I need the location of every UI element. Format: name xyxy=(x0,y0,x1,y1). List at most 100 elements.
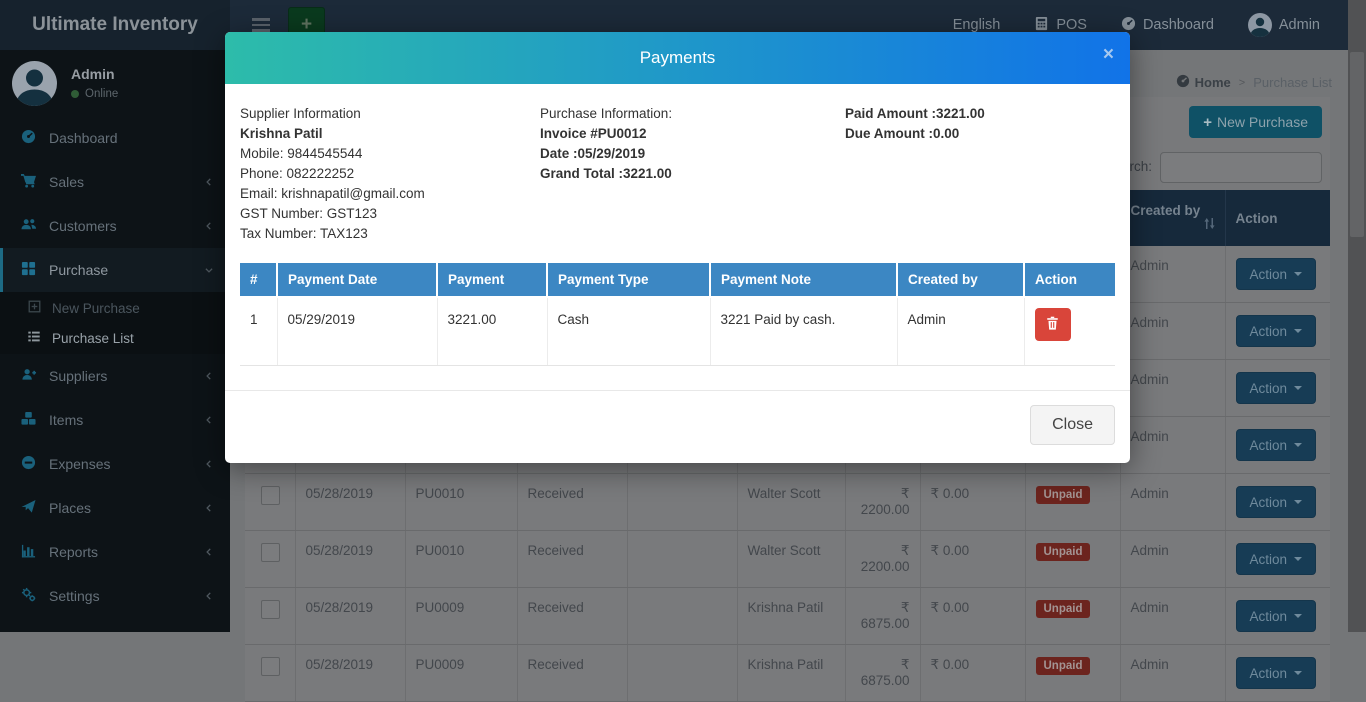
caret-down-icon xyxy=(1294,329,1302,333)
row-action-button[interactable]: Action xyxy=(1236,486,1317,518)
chevron-left-icon xyxy=(204,589,214,604)
language-menu[interactable]: English xyxy=(953,17,1001,33)
breadcrumb: Home > Purchase List xyxy=(1176,74,1332,91)
status-badge: Unpaid xyxy=(1036,486,1091,504)
sidebar-user-panel: Admin Online xyxy=(0,50,230,116)
purchase-submenu: New Purchase Purchase List xyxy=(0,292,230,354)
purchase-info-heading: Purchase Information: xyxy=(540,104,845,124)
caret-down-icon xyxy=(1294,614,1302,618)
scrollbar-thumb[interactable] xyxy=(1350,52,1364,237)
page-scrollbar xyxy=(1348,0,1366,632)
caret-down-icon xyxy=(1294,272,1302,276)
payments-modal: Payments × Supplier Information Krishna … xyxy=(225,32,1130,463)
purchase-date: Date :05/29/2019 xyxy=(540,144,845,164)
breadcrumb-home-link[interactable]: Home xyxy=(1176,74,1231,91)
sidebar-item-purchase[interactable]: Purchase xyxy=(0,248,230,292)
col-action: Action xyxy=(1024,263,1115,297)
dashboard-link[interactable]: Dashboard xyxy=(1121,16,1214,35)
sidebar-item-places[interactable]: Places xyxy=(0,486,230,530)
modal-header: Payments × xyxy=(225,32,1130,84)
close-button[interactable]: Close xyxy=(1030,405,1115,445)
due-amount: Due Amount :0.00 xyxy=(845,124,985,144)
sort-icon xyxy=(1204,217,1215,233)
row-checkbox[interactable] xyxy=(261,657,280,676)
user-menu[interactable]: Admin xyxy=(1248,13,1320,37)
app-brand[interactable]: Ultimate Inventory xyxy=(0,0,230,50)
created-by-header[interactable]: Created by xyxy=(1120,190,1225,246)
col-payment-note: Payment Note xyxy=(710,263,897,297)
search-input[interactable] xyxy=(1160,152,1322,183)
delete-payment-button[interactable] xyxy=(1035,308,1071,341)
sidebar-item-dashboard[interactable]: Dashboard xyxy=(0,116,230,160)
status-badge: Unpaid xyxy=(1036,543,1091,561)
sidebar-item-reports[interactable]: Reports xyxy=(0,530,230,574)
chevron-left-icon xyxy=(204,545,214,560)
supplier-gst: GST Number: GST123 xyxy=(240,204,540,224)
dashboard-icon xyxy=(1176,74,1190,91)
status-badge: Unpaid xyxy=(1036,657,1091,675)
grid-icon xyxy=(20,261,37,279)
col-payment-type: Payment Type xyxy=(547,263,710,297)
chevron-left-icon xyxy=(204,219,214,234)
list-icon xyxy=(26,330,42,346)
purchase-grand-total: Grand Total :3221.00 xyxy=(540,164,845,184)
chevron-down-icon xyxy=(204,263,214,278)
payment-created-by: Admin xyxy=(897,297,1024,366)
payment-note: 3221 Paid by cash. xyxy=(710,297,897,366)
sidebar-item-new-purchase[interactable]: New Purchase xyxy=(0,293,230,323)
chevron-left-icon xyxy=(204,413,214,428)
sidebar-item-settings[interactable]: Settings xyxy=(0,574,230,618)
row-action-button[interactable]: Action xyxy=(1236,429,1317,461)
supplier-name: Krishna Patil xyxy=(240,124,540,144)
trash-icon xyxy=(1046,316,1059,333)
sidebar-item-items[interactable]: Items xyxy=(0,398,230,442)
sidebar-item-suppliers[interactable]: Suppliers xyxy=(0,354,230,398)
sidebar-item-sales[interactable]: Sales xyxy=(0,160,230,204)
chart-bar-icon xyxy=(20,543,37,561)
online-dot-icon xyxy=(71,90,79,98)
paper-plane-icon xyxy=(20,499,37,517)
sidebar-item-customers[interactable]: Customers xyxy=(0,204,230,248)
supplier-information: Supplier Information Krishna Patil Mobil… xyxy=(240,104,540,244)
sidebar-menu-lower: Suppliers Items Expenses Places Reports … xyxy=(0,354,230,618)
chevron-left-icon xyxy=(204,501,214,516)
payments-table-header-row: # Payment Date Payment Payment Type Paym… xyxy=(240,263,1115,297)
col-created-by: Created by xyxy=(897,263,1024,297)
purchase-information: Purchase Information: Invoice #PU0012 Da… xyxy=(540,104,845,244)
col-payment: Payment xyxy=(437,263,547,297)
row-action-button[interactable]: Action xyxy=(1236,600,1317,632)
amount-summary: Paid Amount :3221.00 Due Amount :0.00 xyxy=(845,104,985,244)
row-action-button[interactable]: Action xyxy=(1236,315,1317,347)
payment-amount: 3221.00 xyxy=(437,297,547,366)
sidebar-menu: Dashboard Sales Customers Purchase xyxy=(0,116,230,292)
row-checkbox[interactable] xyxy=(261,600,280,619)
row-checkbox[interactable] xyxy=(261,543,280,562)
payment-date: 05/29/2019 xyxy=(277,297,437,366)
caret-down-icon xyxy=(1294,557,1302,561)
avatar xyxy=(12,61,57,106)
sidebar-item-expenses[interactable]: Expenses xyxy=(0,442,230,486)
row-action-button[interactable]: Action xyxy=(1236,657,1317,689)
chevron-left-icon xyxy=(204,175,214,190)
sidebar-user-status: Online xyxy=(85,88,118,100)
minus-circle-icon xyxy=(20,455,37,473)
supplier-email: Email: krishnapatil@gmail.com xyxy=(240,184,540,204)
caret-down-icon xyxy=(1294,443,1302,447)
plus-icon: + xyxy=(1203,114,1212,131)
caret-down-icon xyxy=(1294,671,1302,675)
gears-icon xyxy=(20,587,37,605)
row-checkbox[interactable] xyxy=(261,486,280,505)
avatar xyxy=(1248,13,1272,37)
col-num: # xyxy=(240,263,277,297)
payment-type: Cash xyxy=(547,297,710,366)
modal-footer: Close xyxy=(225,390,1130,463)
row-action-button[interactable]: Action xyxy=(1236,372,1317,404)
row-action-button[interactable]: Action xyxy=(1236,258,1317,290)
caret-down-icon xyxy=(1294,386,1302,390)
close-icon[interactable]: × xyxy=(1103,45,1114,64)
row-action-button[interactable]: Action xyxy=(1236,543,1317,575)
cubes-icon xyxy=(20,411,37,429)
users-icon xyxy=(20,217,37,235)
sidebar-item-purchase-list[interactable]: Purchase List xyxy=(0,323,230,353)
new-purchase-button[interactable]: +New Purchase xyxy=(1189,106,1322,138)
